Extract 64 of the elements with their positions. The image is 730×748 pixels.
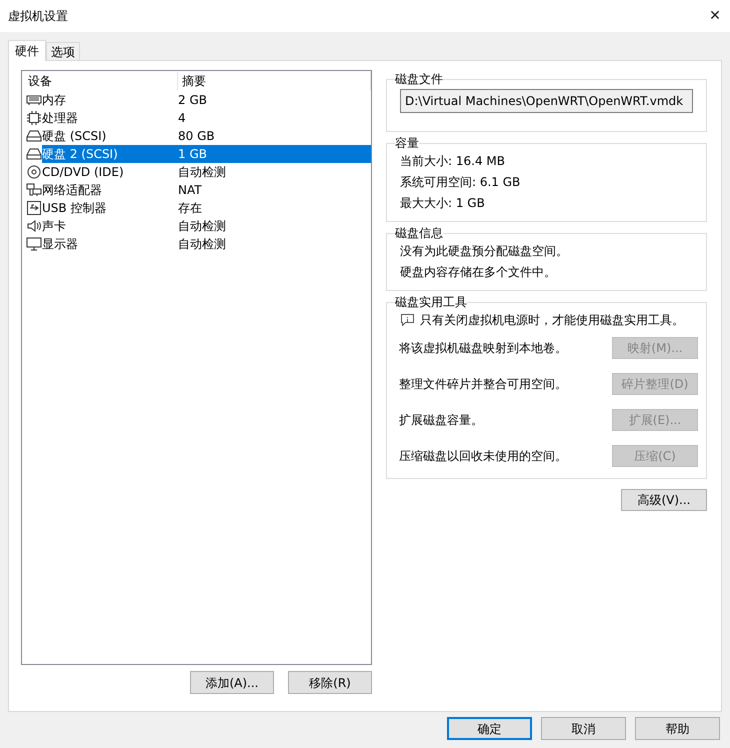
notice-text: 只有关闭虚拟机电源时，才能使用磁盘实用工具。 <box>420 312 684 329</box>
dialog-button[interactable]: 帮助 <box>635 717 720 740</box>
window-title: 虚拟机设置 <box>8 8 68 25</box>
device-summary: 自动检测 <box>178 236 226 253</box>
tab[interactable]: 选项 <box>46 42 80 60</box>
device-row[interactable]: 声卡 自动检测 <box>42 217 371 235</box>
utility-text: 扩展磁盘容量。 <box>399 412 483 429</box>
info-icon <box>401 314 414 326</box>
group-title: 磁盘文件 <box>395 71 443 88</box>
device-row[interactable]: 硬盘 2 (SCSI) 1 GB <box>42 145 371 163</box>
hard-drive-icon <box>26 129 42 143</box>
device-name: 内存 <box>42 92 67 109</box>
device-summary: 自动检测 <box>178 218 226 235</box>
device-name: 硬盘 2 (SCSI) <box>42 146 119 163</box>
device-summary: NAT <box>178 182 202 199</box>
device-name: CD/DVD (IDE) <box>42 164 125 181</box>
device-summary: 2 GB <box>178 92 207 109</box>
device-row[interactable]: 处理器 4 <box>42 109 371 127</box>
device-summary: 80 GB <box>178 128 215 145</box>
device-name: 显示器 <box>42 236 79 253</box>
capacity-text: 当前大小: 16.4 MB <box>400 153 506 170</box>
device-summary: 4 <box>178 110 186 127</box>
advanced-button[interactable]: 高级(V)... <box>621 489 707 511</box>
close-button[interactable]: ✕ <box>700 1 730 31</box>
utility-text: 将该虚拟机磁盘映射到本地卷。 <box>399 340 567 357</box>
monitor-icon <box>26 237 42 251</box>
group-title: 磁盘信息 <box>395 225 443 242</box>
device-name: 处理器 <box>42 110 79 127</box>
usb-icon <box>26 201 42 215</box>
dialog-button[interactable]: 确定 <box>447 717 532 740</box>
group-title: 磁盘实用工具 <box>395 294 467 311</box>
column-header[interactable]: 摘要 <box>178 72 371 90</box>
device-name: 网络适配器 <box>42 182 103 199</box>
hard-drive-icon <box>26 147 42 161</box>
device-name: 声卡 <box>42 218 67 235</box>
device-row[interactable]: CD/DVD (IDE) 自动检测 <box>42 163 371 181</box>
utility-text: 压缩磁盘以回收未使用的空间。 <box>399 448 567 465</box>
info-text: 没有为此硬盘预分配磁盘空间。 <box>400 243 569 260</box>
dialog-button[interactable]: 取消 <box>541 717 626 740</box>
disc-icon <box>26 165 42 179</box>
memory-icon <box>26 93 42 107</box>
device-row[interactable]: USB 控制器 存在 <box>42 199 371 217</box>
device-summary: 1 GB <box>178 146 207 163</box>
capacity-text: 系统可用空间: 6.1 GB <box>400 174 522 191</box>
device-summary: 存在 <box>178 200 202 217</box>
device-name: 硬盘 (SCSI) <box>42 128 108 145</box>
device-summary: 自动检测 <box>178 164 226 181</box>
tab[interactable]: 硬件 <box>8 40 46 61</box>
file-path-field[interactable]: D:\Virtual Machines\OpenWRT\OpenWRT.vmdk <box>400 89 693 113</box>
column-header[interactable]: 设备 <box>22 72 178 90</box>
device-name: USB 控制器 <box>42 200 108 217</box>
device-button[interactable]: 添加(A)... <box>190 671 274 694</box>
device-row[interactable]: 显示器 自动检测 <box>42 235 371 253</box>
utility-text: 整理文件碎片并整合可用空间。 <box>399 376 567 393</box>
device-row[interactable]: 网络适配器 NAT <box>42 181 371 199</box>
chip-icon <box>26 111 42 125</box>
info-text: 硬盘内容存储在多个文件中。 <box>400 264 557 281</box>
device-row[interactable]: 硬盘 (SCSI) 80 GB <box>42 127 371 145</box>
group-title: 容量 <box>395 135 419 152</box>
capacity-text: 最大大小: 1 GB <box>400 195 486 212</box>
speaker-icon <box>26 219 42 233</box>
device-button[interactable]: 移除(R) <box>288 671 372 694</box>
network-icon <box>26 183 42 197</box>
device-row[interactable]: 内存 2 GB <box>42 91 371 109</box>
